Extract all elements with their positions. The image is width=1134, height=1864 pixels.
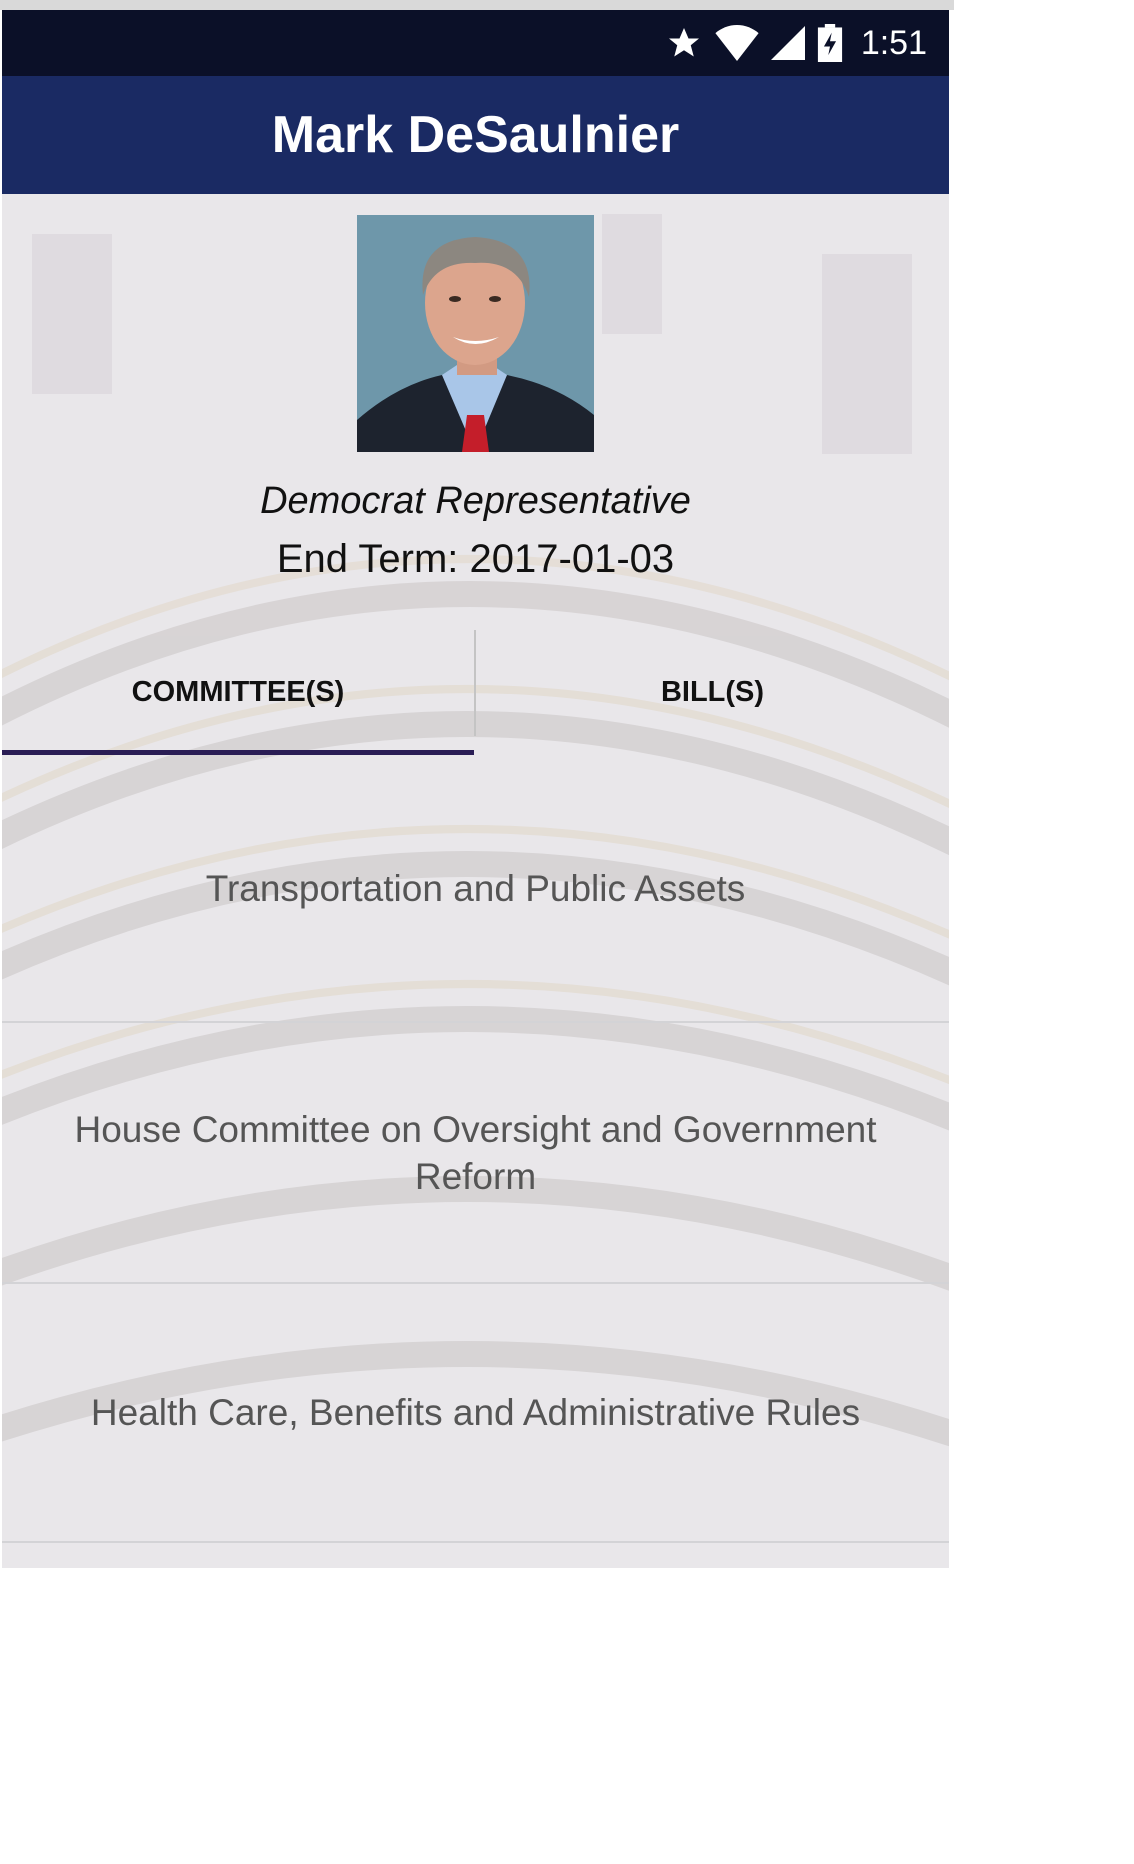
committee-item[interactable]: Transportation and Public Assets <box>2 755 949 1023</box>
committee-item[interactable]: House Committee on Oversight and Governm… <box>2 1023 949 1284</box>
cell-signal-icon <box>770 26 805 60</box>
tab-bills[interactable]: BILL(S) <box>476 630 949 755</box>
status-bar: 1:51 <box>2 10 949 76</box>
page-title: Mark DeSaulnier <box>271 106 680 164</box>
party-chamber: Democrat Representative <box>260 480 691 522</box>
tab-bar: COMMITTEE(S) BILL(S) <box>2 630 949 755</box>
tab-committees[interactable]: COMMITTEE(S) <box>2 630 474 755</box>
top-strip <box>0 0 954 10</box>
app-screen: 1:51 Mark DeSaulnier Democrat Representa… <box>2 10 949 1568</box>
clock: 1:51 <box>860 23 927 62</box>
wifi-icon <box>715 25 759 61</box>
committee-item[interactable]: Health Care, Benefits and Administrative… <box>2 1284 949 1543</box>
end-term-label: End Term: <box>276 537 459 581</box>
legislator-photo <box>357 215 594 452</box>
end-term-value: 2017-01-03 <box>469 537 675 581</box>
battery-charging-icon <box>817 24 842 62</box>
committee-list: Transportation and Public Assets House C… <box>2 755 949 1543</box>
app-bar: Mark DeSaulnier <box>2 76 949 194</box>
star-icon <box>668 28 699 57</box>
end-term: End Term: 2017-01-03 <box>2 537 949 582</box>
